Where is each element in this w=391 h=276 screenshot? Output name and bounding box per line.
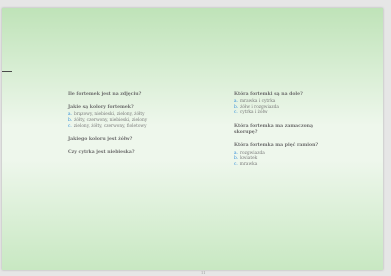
margin-line (2, 71, 12, 72)
right-column: Która fortemki są na dole? a. mrawka i cy… (234, 92, 384, 175)
question-bottom-block: Która fortemki są na dole? a. mrawka i cy… (234, 92, 384, 116)
answer-option: c. zielony, żółty, czerwony, fioletowy (68, 123, 147, 129)
question-count: Ile fortemek jest na zdjęciu? (68, 92, 142, 97)
question-colors-block: Jakie są kolory fortemek? a. brązowy, nie… (68, 105, 218, 129)
question-arms: Która fortemka ma pięć ramion? (234, 143, 319, 149)
page-number: 11 (201, 271, 206, 275)
answer-option: c. mrawka (234, 161, 258, 167)
left-column: Ile fortemek jest na zdjęciu? Jakie są k… (68, 92, 218, 164)
question-blue: Czy cytrka jest niebieska? (68, 150, 135, 156)
answer-option: c. cytrka i żółw (234, 110, 268, 116)
question-shell: Która fortemka ma zamaczoną skorupę? (234, 123, 313, 136)
question-colors: Jakie są kolory fortemek? (68, 105, 134, 111)
question-arms-block: Która fortemka ma pięć ramion? a. rozgwia… (234, 143, 384, 167)
question-turtle-color: Jakiego koloru jest żółw? (68, 137, 133, 143)
question-bottom: Która fortemki są na dole? (234, 92, 303, 97)
book-page: Ile fortemek jest na zdjęciu? Jakie są k… (2, 8, 384, 275)
